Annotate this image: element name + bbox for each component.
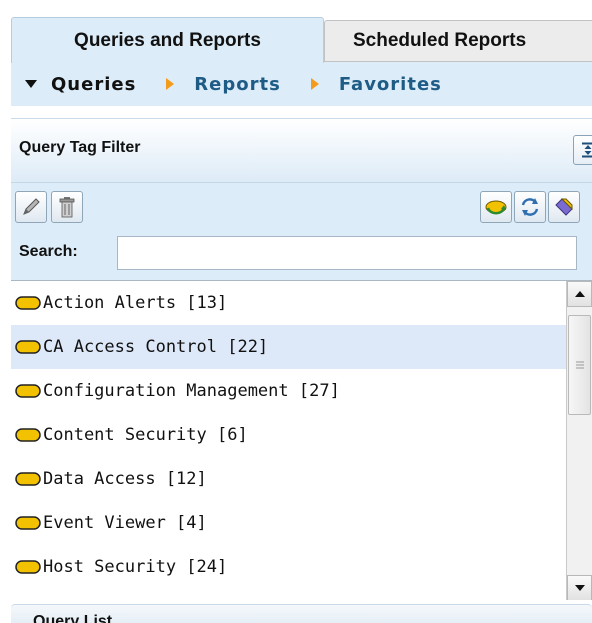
nav-reports[interactable]: Reports (194, 74, 281, 95)
tab-scheduled-reports[interactable]: Scheduled Reports (324, 20, 592, 62)
arrow-down-icon (574, 585, 585, 591)
refresh-button[interactable] (514, 191, 546, 223)
search-row: Search: (11, 228, 592, 280)
list-item[interactable]: Content Security [6] (11, 413, 566, 457)
tag-icon (15, 516, 41, 530)
nav-queries[interactable]: Queries (51, 74, 136, 95)
edit-tag-button[interactable] (15, 191, 47, 223)
tab-label: Queries and Reports (74, 29, 261, 51)
tag-icon (15, 560, 41, 574)
list-item[interactable]: Event Viewer [4] (11, 501, 566, 545)
list-item[interactable]: Host Security [24] (11, 545, 566, 589)
arrow-right-icon (310, 78, 319, 90)
search-input[interactable] (117, 236, 577, 270)
tag-icon (15, 340, 41, 354)
collapse-panel-button[interactable] (573, 135, 592, 165)
list-item-label: Configuration Management [27] (43, 381, 340, 401)
collapse-panel-icon (582, 142, 592, 158)
tag-toolbar (11, 182, 592, 228)
list-item-label: Action Alerts [13] (43, 293, 228, 313)
tag-list: Action Alerts [13] CA Access Control [22… (11, 280, 592, 600)
list-item-label: CA Access Control [22] (43, 337, 269, 357)
list-item[interactable]: CA Access Control [22] (11, 325, 566, 369)
tab-label: Scheduled Reports (353, 30, 527, 51)
expanded-caret-icon (25, 80, 37, 88)
arrow-up-icon (574, 291, 585, 297)
tab-queries-and-reports[interactable]: Queries and Reports (11, 17, 324, 63)
add-tag-icon (485, 200, 507, 215)
app-frame: Queries and Reports Scheduled Reports Qu… (0, 0, 592, 623)
add-tag-button[interactable] (480, 191, 512, 223)
arrow-right-icon (166, 78, 175, 90)
scrollbar-thumb[interactable] (568, 315, 591, 415)
sub-navigation: Queries Reports Favorites (11, 62, 592, 106)
query-list-header: Query List (11, 604, 592, 623)
grip-icon (575, 361, 584, 369)
edit-pencil-icon (23, 198, 40, 215)
tab-bar: Queries and Reports Scheduled Reports (0, 0, 592, 63)
delete-trash-icon (59, 197, 75, 218)
manage-tags-button[interactable] (548, 191, 580, 223)
tag-icon (15, 384, 41, 398)
list-item-label: Data Access [12] (43, 469, 207, 489)
list-scrollbar[interactable] (566, 281, 592, 600)
spacer (11, 106, 592, 118)
search-label: Search: (19, 243, 78, 260)
query-tag-filter-header: Query Tag Filter (11, 118, 592, 182)
delete-tag-button[interactable] (51, 191, 83, 223)
tag-icon (15, 472, 41, 486)
scroll-down-button[interactable] (567, 575, 592, 600)
list-item[interactable]: Data Access [12] (11, 457, 566, 501)
nav-favorites[interactable]: Favorites (339, 74, 442, 95)
list-item[interactable]: Configuration Management [27] (11, 369, 566, 413)
tag-icon (15, 428, 41, 442)
panel-title: Query Tag Filter (19, 139, 141, 156)
list-item-label: Content Security [6] (43, 425, 248, 445)
list-item-label: Event Viewer [4] (43, 513, 207, 533)
panel-title: Query List (33, 613, 113, 623)
tag-icon (555, 198, 573, 216)
refresh-icon (521, 198, 539, 216)
scroll-up-button[interactable] (567, 281, 592, 307)
list-item-label: Host Security [24] (43, 557, 228, 577)
tag-icon (15, 296, 41, 310)
list-item[interactable]: Action Alerts [13] (11, 281, 566, 325)
